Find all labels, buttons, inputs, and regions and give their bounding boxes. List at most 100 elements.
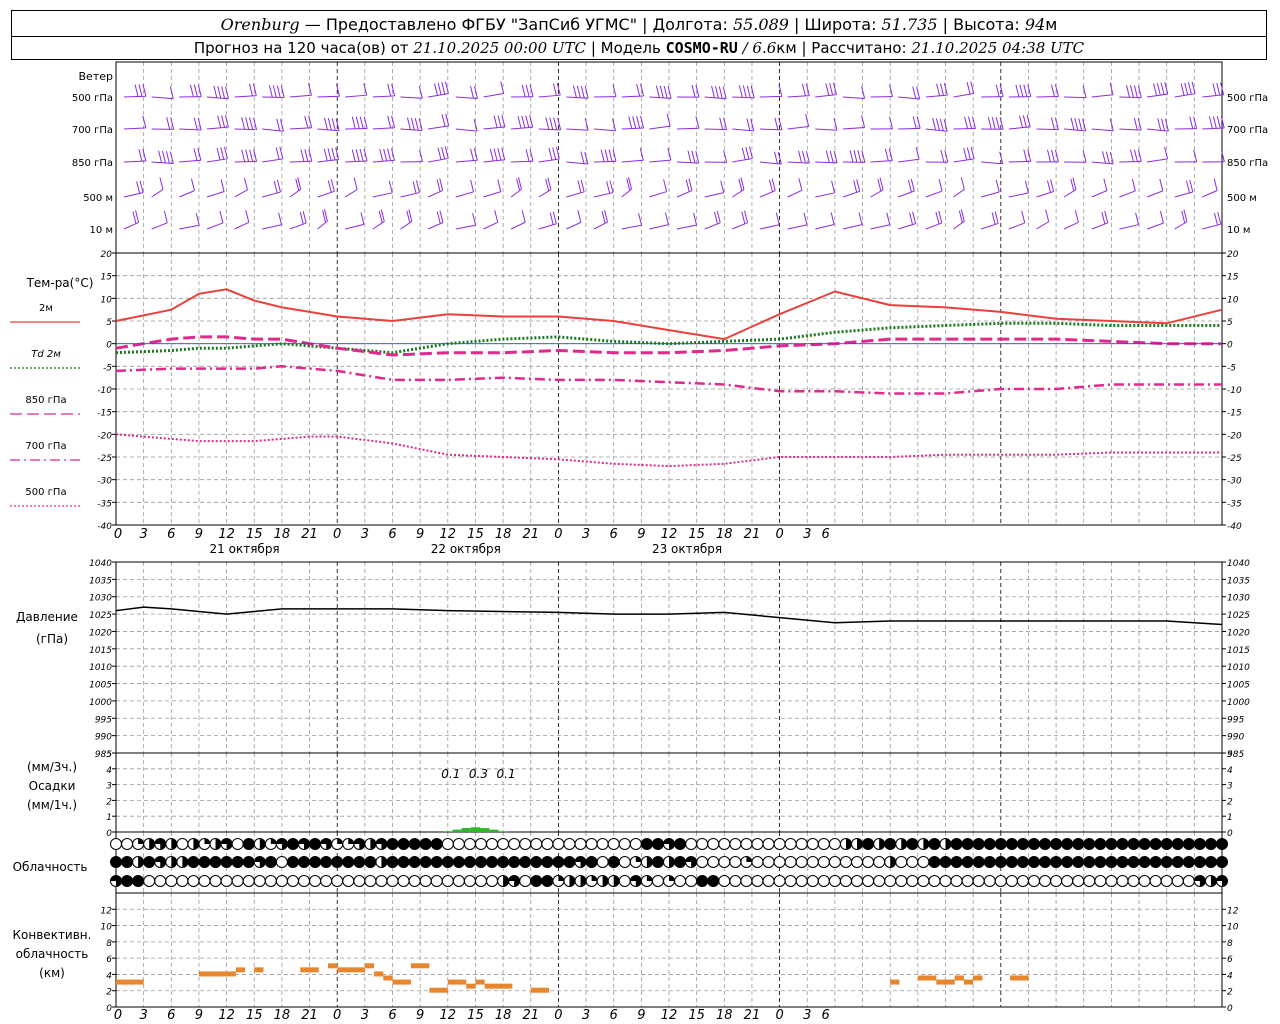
cloud-symbol bbox=[884, 838, 897, 850]
wind-barb bbox=[510, 210, 526, 230]
barb-feather bbox=[162, 150, 166, 164]
wind-barb bbox=[179, 117, 202, 131]
cloud-symbol bbox=[817, 856, 830, 868]
precip-unit-3h: (мм/3ч.) bbox=[27, 760, 77, 774]
cloud-symbol bbox=[685, 856, 698, 868]
barb-feather bbox=[307, 83, 312, 96]
cloud-circle bbox=[729, 838, 742, 850]
barb-shaft bbox=[787, 189, 803, 198]
hour-label: 15 bbox=[246, 1008, 263, 1023]
barb-feather bbox=[1157, 118, 1162, 131]
barb-shaft bbox=[1119, 190, 1136, 198]
cloud-circle bbox=[1127, 875, 1140, 887]
hour-label: 0 bbox=[114, 1008, 122, 1023]
y-tick-label: 1000 bbox=[1227, 698, 1250, 708]
cloud-symbol bbox=[994, 875, 1007, 887]
cloud-symbol bbox=[574, 875, 587, 887]
cloud-circle bbox=[1027, 856, 1040, 868]
barb-feather bbox=[525, 149, 530, 162]
cloud-symbol bbox=[264, 838, 277, 850]
cloud-circle bbox=[110, 856, 122, 868]
barb-feather bbox=[521, 210, 526, 223]
barb-feather bbox=[138, 84, 143, 97]
barb-shaft bbox=[289, 127, 312, 130]
cloud-symbol bbox=[231, 875, 244, 887]
hour-label: 18 bbox=[716, 1008, 733, 1023]
wind-barb bbox=[372, 148, 395, 163]
cloud-circle bbox=[143, 875, 156, 887]
hour-label: 18 bbox=[274, 1008, 291, 1023]
cloud-circle bbox=[486, 856, 499, 868]
wind-barb bbox=[676, 116, 700, 130]
cloud-circle bbox=[862, 856, 875, 868]
cloud-symbol bbox=[1160, 875, 1173, 887]
barb-shaft bbox=[815, 128, 838, 131]
barb-feather bbox=[359, 116, 364, 129]
hour-label: 3 bbox=[582, 1008, 590, 1023]
barb-feather bbox=[604, 149, 609, 162]
hour-label: 9 bbox=[637, 527, 645, 542]
hour-label: 21 bbox=[744, 527, 761, 542]
y-tick-label: 0 bbox=[1227, 1004, 1233, 1014]
cloud-circle bbox=[242, 856, 255, 868]
cloud-circle bbox=[474, 856, 487, 868]
barb-shaft bbox=[953, 188, 965, 198]
cloud-symbol bbox=[253, 838, 266, 850]
hour-label: 0 bbox=[554, 1008, 562, 1023]
y-tick-label: 995 bbox=[1227, 715, 1244, 725]
hour-label: 21 bbox=[522, 1008, 539, 1023]
barb-shaft bbox=[787, 125, 809, 130]
cloud-symbol bbox=[961, 856, 974, 868]
cloud-circle bbox=[1160, 875, 1173, 887]
wind-barb bbox=[151, 177, 164, 198]
cloud-circle bbox=[364, 875, 377, 887]
barb-shaft bbox=[1119, 224, 1139, 230]
wind-barb bbox=[676, 84, 700, 98]
barb-feather bbox=[636, 84, 641, 97]
barb-feather bbox=[1023, 149, 1028, 162]
cloud-circle bbox=[298, 875, 311, 887]
barb-shaft bbox=[621, 95, 644, 98]
cloud-circle bbox=[463, 838, 476, 850]
cloud-symbol bbox=[906, 838, 919, 850]
cloud-circle bbox=[862, 838, 875, 850]
barb-feather bbox=[1186, 180, 1191, 194]
barb-shaft bbox=[400, 128, 423, 132]
barb-feather bbox=[1024, 180, 1029, 194]
cloud-symbol bbox=[231, 838, 244, 850]
cloud-symbol bbox=[1149, 838, 1162, 850]
barb-feather bbox=[1161, 118, 1166, 131]
cloud-symbol bbox=[961, 838, 974, 850]
cloud-symbol bbox=[1127, 875, 1140, 887]
barb-feather bbox=[1159, 211, 1164, 224]
cloud-circle bbox=[751, 838, 764, 850]
barb-shaft bbox=[483, 159, 505, 163]
wind-barb bbox=[898, 86, 921, 100]
cloud-circle bbox=[408, 875, 421, 887]
barb-feather bbox=[713, 211, 718, 225]
barb-feather bbox=[963, 147, 968, 161]
y-tick-label: -35 bbox=[97, 499, 112, 509]
cloud-symbol bbox=[331, 838, 344, 850]
barb-feather bbox=[580, 151, 585, 164]
barb-feather bbox=[166, 117, 171, 130]
cloud-symbol bbox=[508, 856, 521, 868]
barb-feather bbox=[685, 179, 690, 192]
conv-segment bbox=[447, 979, 467, 985]
barb-feather bbox=[437, 82, 442, 95]
cloud-circle bbox=[817, 856, 830, 868]
cloud-symbol bbox=[110, 838, 122, 850]
barb-feather bbox=[391, 115, 396, 128]
cloud-symbol bbox=[1193, 856, 1206, 868]
cloud-symbol bbox=[928, 838, 941, 850]
cloud-symbol bbox=[452, 838, 465, 850]
barb-shaft bbox=[455, 96, 478, 100]
barb-feather bbox=[245, 117, 250, 130]
y-tick-label: -40 bbox=[1227, 522, 1242, 532]
barb-feather bbox=[886, 212, 891, 225]
cloud-symbol bbox=[817, 875, 830, 887]
y-tick-label: 5 bbox=[106, 318, 112, 328]
cloud-symbol bbox=[740, 856, 753, 868]
y-tick-label: 1000 bbox=[89, 698, 112, 708]
cloud-symbol bbox=[364, 875, 377, 887]
